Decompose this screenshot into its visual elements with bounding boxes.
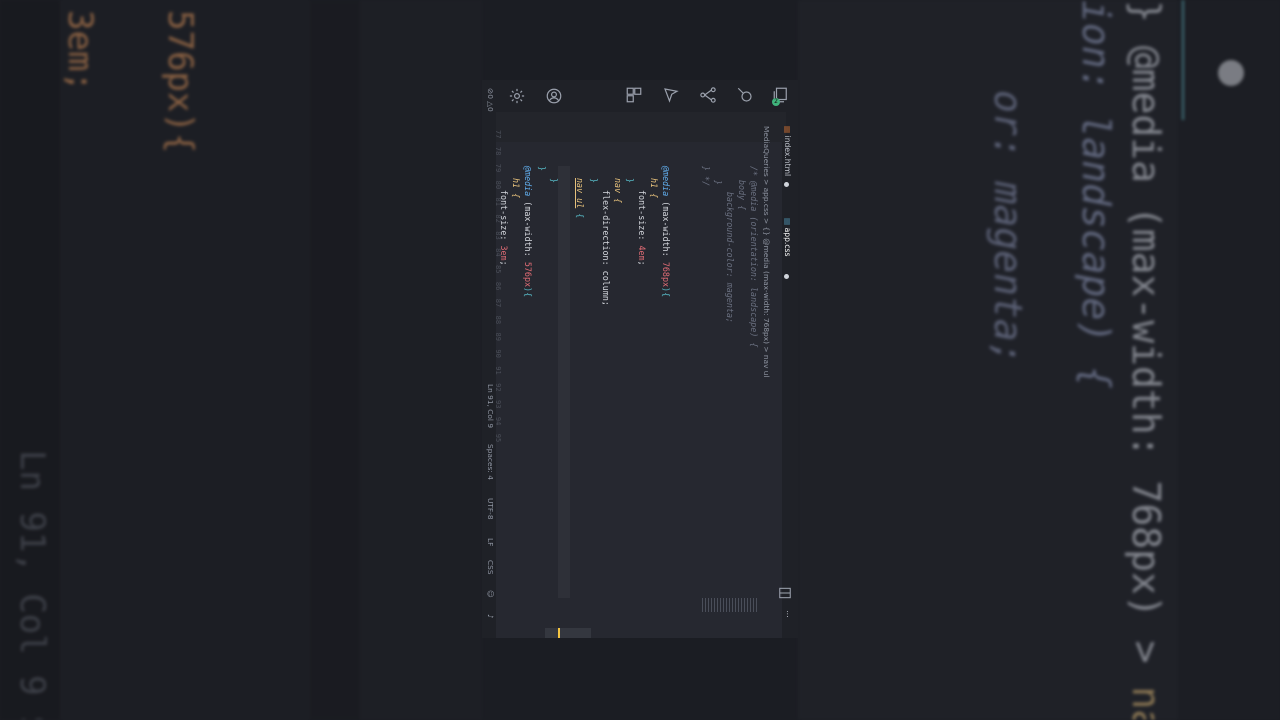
scrollbar-thumb[interactable]	[545, 628, 591, 638]
code-line[interactable]: flex-direction: column;	[600, 190, 613, 306]
tab-app-css[interactable]: ▤ app.css	[783, 218, 792, 280]
background-value-text-1: 576px){	[160, 10, 200, 154]
code-line[interactable]: h1 {	[510, 178, 523, 198]
current-line-highlight	[558, 166, 570, 598]
tab-bar	[782, 112, 798, 638]
code-line[interactable]: }	[624, 178, 637, 183]
account-icon[interactable]	[545, 87, 563, 105]
problems-indicator[interactable]: ⊘0 △0	[486, 88, 495, 112]
background-right-panel	[798, 0, 1280, 720]
run-debug-icon[interactable]	[662, 86, 680, 104]
background-circle	[1218, 60, 1244, 86]
background-comment-text-1: ion: landscape) {	[1074, 0, 1118, 389]
css-file-icon: ▤	[783, 218, 792, 226]
extensions-icon[interactable]	[625, 86, 643, 104]
minimap[interactable]	[702, 598, 758, 612]
notifications-icon[interactable]: ♪	[486, 614, 495, 619]
search-icon[interactable]	[736, 86, 754, 104]
unsaved-dot	[784, 274, 790, 280]
code-line[interactable]: }	[536, 166, 549, 171]
code-line[interactable]: nav {	[612, 178, 625, 203]
background-left-panel	[0, 0, 482, 720]
code-line[interactable]: }	[588, 178, 601, 183]
line-number-gutter	[496, 112, 786, 142]
more-actions-icon[interactable]: ⋯	[783, 610, 792, 618]
background-breadcrumb-text: } @media (max-width: 768px) > na	[1124, 0, 1168, 720]
code-line[interactable]: font-size: 3em;	[498, 190, 511, 266]
html-file-icon: ▤	[783, 126, 792, 134]
settings-gear-icon[interactable]	[508, 87, 526, 105]
language-mode[interactable]: CSS	[486, 560, 495, 575]
feedback-icon[interactable]: ☺	[486, 590, 495, 598]
editor-window: 2 ▤ index.html ▤ app.css ⋯ MediaQueries …	[482, 80, 798, 638]
code-line[interactable]: h1 {	[648, 178, 661, 198]
breadcrumb[interactable]: MediaQueries > app.css > {} @media (max-…	[762, 126, 771, 378]
encoding-setting[interactable]: UTF-8	[486, 498, 495, 520]
unsaved-dot	[784, 182, 790, 188]
cursor-position[interactable]: Ln 91, Col 9	[486, 384, 495, 428]
code-line[interactable]: }	[548, 178, 561, 183]
background-accent-line	[1182, 0, 1184, 120]
indentation-setting[interactable]: Spaces: 4	[486, 444, 495, 480]
eol-setting[interactable]: LF	[486, 538, 495, 546]
source-control-icon[interactable]	[699, 86, 717, 104]
code-line[interactable]: body {	[736, 180, 749, 210]
code-line[interactable]: @media (max-width: 768px){	[660, 166, 673, 297]
code-line[interactable]: }	[712, 180, 725, 185]
code-line[interactable]: background-color: magenta;	[724, 192, 737, 323]
code-line[interactable]: font-size: 4em;	[636, 190, 649, 266]
code-line[interactable]: /* @media (orientation: landscape) {	[748, 166, 761, 348]
background-value-text-2: 3em;	[60, 10, 100, 92]
explorer-badge: 2	[772, 98, 780, 106]
text-cursor	[558, 628, 560, 638]
tab-label: index.html	[783, 135, 792, 177]
tab-index-html[interactable]: ▤ index.html	[783, 126, 792, 188]
split-editor-icon[interactable]	[778, 586, 792, 600]
code-line[interactable]: } */	[700, 166, 713, 186]
code-line[interactable]: @media (max-width: 576px){	[522, 166, 535, 297]
background-status-text: Ln 91, Col 9 S	[12, 450, 52, 720]
background-comment-text-2: or: magenta;	[986, 90, 1030, 365]
tab-label: app.css	[783, 227, 792, 257]
code-line-current[interactable]: nav ul {	[574, 178, 587, 218]
